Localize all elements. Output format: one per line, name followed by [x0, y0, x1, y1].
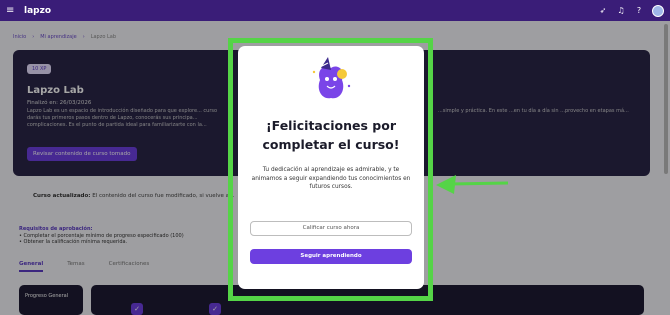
modal-title: ¡Felicitaciones por completar el curso! — [262, 118, 400, 152]
celebration-mascot-icon — [312, 57, 351, 99]
bell-icon[interactable]: ♫ — [616, 6, 626, 15]
top-navigation-bar: ≡ lapzo ➶ ♫ ? — [0, 0, 670, 21]
rocket-icon[interactable]: ➶ — [598, 6, 608, 15]
lapzo-logo[interactable]: lapzo — [24, 6, 51, 16]
modal-message: Tu dedicación al aprendizaje es admirabl… — [251, 167, 411, 190]
avatar[interactable] — [652, 4, 664, 17]
help-icon[interactable]: ? — [634, 6, 644, 15]
course-complete-modal: ¡Felicitaciones por completar el curso! … — [238, 46, 424, 289]
continue-learning-button[interactable]: Seguir aprendiendo — [250, 249, 412, 264]
hamburger-icon[interactable]: ≡ — [6, 5, 18, 16]
topbar-actions: ➶ ♫ ? — [598, 4, 664, 17]
rate-course-button[interactable]: Calificar curso ahora — [250, 221, 412, 236]
pointer-arrow-icon — [436, 175, 509, 194]
